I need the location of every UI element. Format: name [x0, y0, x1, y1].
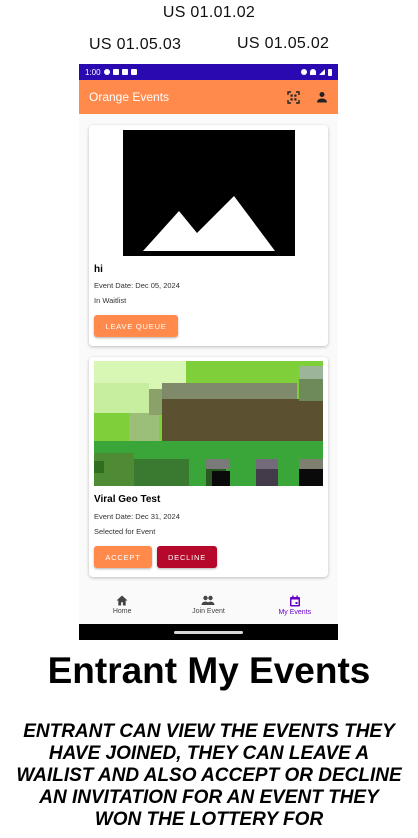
decline-button[interactable]: DECLINE: [157, 546, 217, 568]
location-status-icon: [301, 69, 307, 75]
caption-title: Entrant My Events: [47, 650, 371, 691]
status-bar: 1:00: [79, 64, 338, 80]
settings-status-icon: [103, 69, 110, 75]
event-name: Viral Geo Test: [94, 494, 161, 505]
home-icon: [116, 595, 128, 608]
event-date: Event Date: Dec 05, 2024: [94, 281, 180, 290]
story-label-right: US 01.05.02: [237, 35, 330, 52]
calendar-icon: [289, 595, 301, 609]
phone-screen: 1:00 Orange Events hi Event Date: Dec 05…: [79, 64, 338, 640]
gesture-bar: [79, 624, 338, 640]
bottom-navigation: Home Join Event My Events: [79, 591, 338, 624]
leave-queue-button[interactable]: LEAVE QUEUE: [94, 315, 178, 337]
accept-button[interactable]: ACCEPT: [94, 546, 152, 568]
app-title: Orange Events: [89, 90, 170, 104]
notification-status-icon: [130, 69, 137, 75]
nav-item-join-event[interactable]: Join Event: [165, 591, 251, 624]
event-card[interactable]: hi Event Date: Dec 05, 2024 In Waitlist …: [89, 125, 328, 346]
sim-status-icon: [121, 69, 128, 75]
nav-item-my-events[interactable]: My Events: [252, 591, 338, 624]
people-icon: [201, 595, 215, 608]
pixelated-map-image: [94, 361, 323, 486]
placeholder-image-icon: [123, 130, 295, 256]
nav-item-label: Home: [112, 608, 132, 615]
wifi-status-icon: [310, 69, 316, 75]
event-date: Event Date: Dec 31, 2024: [94, 512, 180, 521]
nav-item-label: My Events: [278, 609, 312, 616]
battery-status-icon: [328, 68, 332, 76]
qr-scan-icon[interactable]: [287, 90, 300, 104]
account-icon[interactable]: [316, 91, 328, 103]
signal-status-icon: [319, 69, 325, 75]
nav-item-home[interactable]: Home: [79, 591, 165, 624]
home-gesture-handle[interactable]: [174, 631, 243, 634]
event-status: In Waitlist: [94, 296, 127, 305]
status-time: 1:00: [85, 67, 101, 77]
nav-item-label: Join Event: [192, 608, 225, 615]
story-label-top: US 01.01.02: [162, 4, 256, 21]
shield-status-icon: [112, 69, 119, 75]
event-name: hi: [94, 264, 103, 275]
event-card[interactable]: Viral Geo Test Event Date: Dec 31, 2024 …: [89, 357, 328, 577]
story-label-left: US 01.05.03: [89, 36, 182, 53]
app-bar: Orange Events: [79, 80, 338, 114]
caption-description: ENTRANT CAN VIEW THE EVENTS THEY HAVE JO…: [16, 721, 402, 830]
event-status: Selected for Event: [94, 527, 156, 536]
